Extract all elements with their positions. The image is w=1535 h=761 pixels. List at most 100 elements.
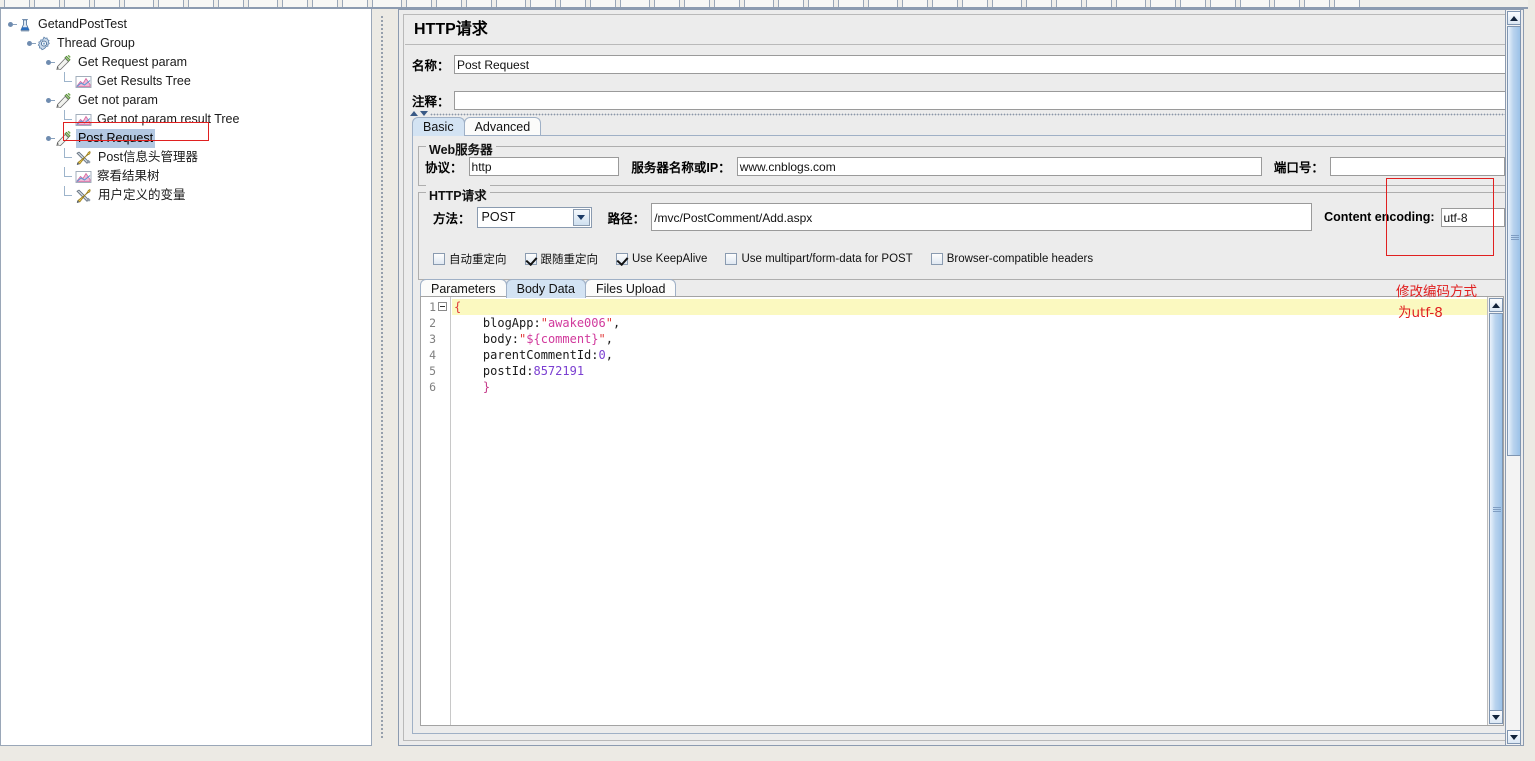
toolbar-button[interactable] [620,0,650,7]
code-line[interactable]: blogApp:"awake006", [452,315,1503,331]
toolbar-button[interactable] [778,0,804,7]
tree-expand-toggle[interactable] [43,95,55,106]
toolbar-button[interactable] [188,0,214,7]
server-input[interactable]: www.cnblogs.com [736,156,1262,176]
code-line[interactable]: } [452,379,1503,395]
tree-node-9[interactable]: 察看结果树 [5,167,371,186]
main-vscrollbar[interactable] [1505,9,1521,746]
code-fold-toggle[interactable] [438,302,447,311]
scroll-down-icon[interactable] [1489,710,1503,724]
protocol-input[interactable]: http [468,156,620,176]
toolbar-button[interactable] [64,0,90,7]
tree-node-2[interactable]: Thread Group [5,34,371,53]
toolbar-button[interactable] [808,0,834,7]
checkbox-3[interactable]: Use KeepAlive [616,253,707,265]
toolbar-button[interactable] [714,0,740,7]
toolbar-button[interactable] [744,0,774,7]
toolbar-button[interactable] [868,0,898,7]
toolbar-button[interactable] [436,0,462,7]
tree-node-8[interactable]: Post信息头管理器 [5,148,371,167]
toolbar-button[interactable] [1116,0,1146,7]
toolbar-button[interactable] [1026,0,1052,7]
body-tabstrip[interactable]: Parameters Body Data Files Upload [420,277,677,298]
checkbox-5[interactable]: Browser-compatible headers [930,253,1093,265]
code-line[interactable]: postId:8572191 [452,363,1503,379]
toolbar-button[interactable] [1056,0,1082,7]
tab-body-data[interactable]: Body Data [505,279,586,298]
path-input[interactable]: /mvc/PostComment/Add.aspx [651,203,1313,231]
checkbox-box[interactable] [930,253,943,265]
toolbar-button[interactable] [124,0,154,7]
tree-expand-toggle[interactable] [43,133,55,144]
content-encoding-input[interactable]: utf-8 [1440,207,1505,227]
comment-input[interactable] [454,90,1506,110]
toolbar-button[interactable] [34,0,60,7]
toolbar-button[interactable] [992,0,1022,7]
toolbar-button[interactable] [466,0,492,7]
toolbar-button[interactable] [218,0,244,7]
tree-panel[interactable]: GetandPostTest Thread Group Get Request … [0,9,372,746]
toolbar-button[interactable] [4,0,30,7]
checkbox-box[interactable] [524,253,537,265]
tree-expand-toggle[interactable] [43,57,55,68]
code-line[interactable]: parentCommentId:0, [452,347,1503,363]
tree-node-10[interactable]: 用户定义的变量 [5,186,371,205]
tab-advanced[interactable]: Advanced [463,117,542,136]
toolbar-button[interactable] [248,0,278,7]
toolbar-button[interactable] [1274,0,1300,7]
toolbar-button[interactable] [282,0,308,7]
toolbar-button[interactable] [590,0,616,7]
checkbox-box[interactable] [616,253,628,265]
toolbar-button[interactable] [560,0,586,7]
toolbar-button[interactable] [496,0,526,7]
main-vscroll-thumb[interactable] [1507,26,1521,456]
toolbar-button[interactable] [1180,0,1206,7]
editor-vscrollbar[interactable] [1487,297,1503,725]
main-tabstrip[interactable]: Basic Advanced [412,115,542,136]
toolbar-button[interactable] [372,0,402,7]
vscroll-thumb[interactable] [1489,313,1503,713]
toolbar-button[interactable] [838,0,864,7]
tree-node-4[interactable]: Get Results Tree [5,72,371,91]
toolbar-button[interactable] [1240,0,1270,7]
toolbar-button[interactable] [94,0,120,7]
toolbar-button[interactable] [684,0,710,7]
tab-basic[interactable]: Basic [412,117,465,136]
toolbar-button[interactable] [902,0,928,7]
method-select[interactable]: POST [476,206,592,228]
toolbar-button[interactable] [1334,0,1360,7]
scroll-up-icon[interactable] [1489,298,1503,312]
body-data-editor[interactable]: 1 2 3 4 5 6 { blogApp:"awake006", body:"${com… [420,296,1504,726]
code-line[interactable]: { [452,299,1503,315]
chevron-down-icon[interactable] [572,208,590,226]
toolbar-button[interactable] [342,0,368,7]
tree-node-6[interactable]: Get not param result Tree [5,110,371,129]
editor-code-area[interactable]: { blogApp:"awake006", body:"${comment}",… [452,297,1503,725]
toolbar-button[interactable] [1150,0,1176,7]
toolbar-button[interactable] [962,0,988,7]
toolbar-button[interactable] [158,0,184,7]
request-options-row[interactable]: 自动重定向 跟随重定向 Use KeepAlive Use multipart/for… [433,251,1111,267]
tree-expand-toggle[interactable] [5,19,17,30]
checkbox-4[interactable]: Use multipart/form-data for POST [725,253,913,265]
test-plan-tree[interactable]: GetandPostTest Thread Group Get Request … [1,9,371,205]
code-line[interactable]: body:"${comment}", [452,331,1503,347]
checkbox-1[interactable]: 自动重定向 [433,251,507,267]
checkbox-box[interactable] [433,253,445,265]
main-scroll-down-icon[interactable] [1507,730,1521,744]
toolbar-button[interactable] [654,0,680,7]
toolbar-button[interactable] [932,0,958,7]
tree-node-1[interactable]: GetandPostTest [5,15,371,34]
checkbox-2[interactable]: 跟随重定向 [524,251,598,267]
checkbox-box[interactable] [725,253,738,265]
tree-node-3[interactable]: Get Request param [5,53,371,72]
toolbar-button[interactable] [1086,0,1112,7]
tree-expand-toggle[interactable] [24,38,36,49]
toolbar-button[interactable] [312,0,338,7]
tree-node-5[interactable]: Get not param [5,91,371,110]
port-input[interactable] [1329,156,1505,176]
toolbar-button[interactable] [1210,0,1236,7]
toolbar-button[interactable] [530,0,556,7]
name-input[interactable]: Post Request [454,54,1506,74]
toolbar-button[interactable] [1304,0,1330,7]
